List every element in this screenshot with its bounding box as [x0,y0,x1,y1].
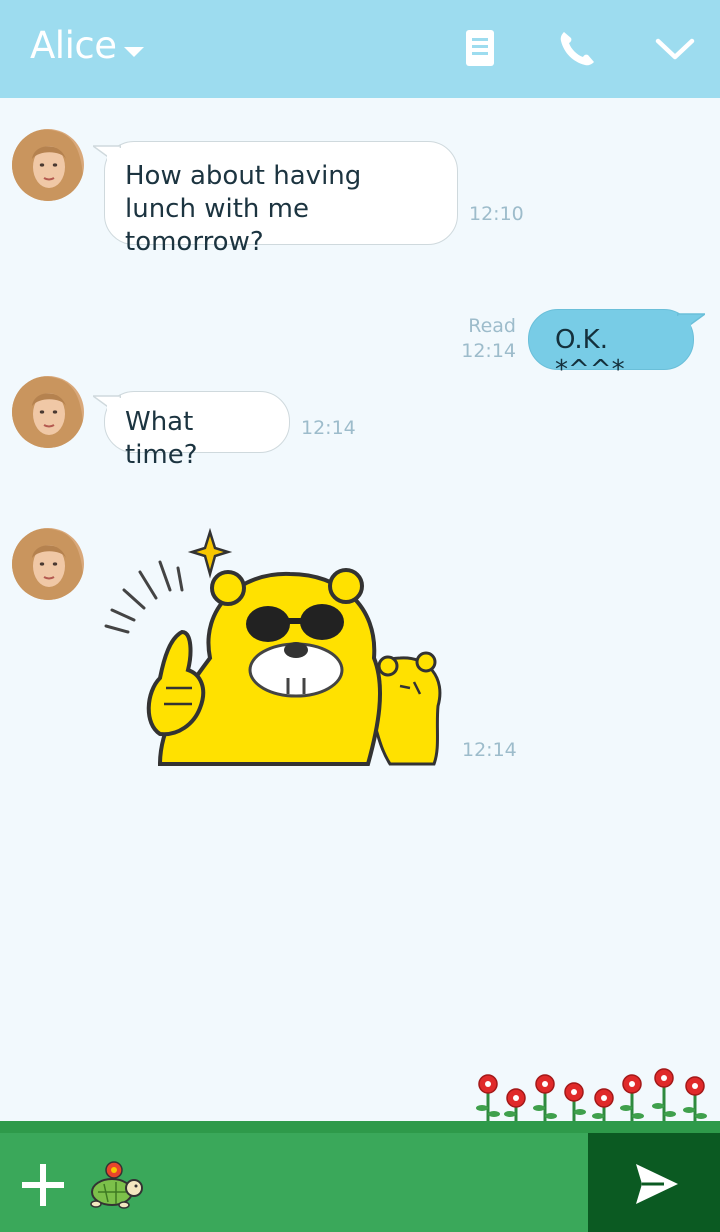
avatar[interactable] [12,376,84,448]
message-bubble-outgoing[interactable]: O.K. *^^* [528,309,705,385]
message-text: How about having lunch with me tomorrow? [125,161,362,257]
flowers-decoration-icon [476,1068,707,1124]
phone-icon[interactable] [554,26,600,72]
message-time: 12:14 [301,417,356,439]
message-bubble-incoming[interactable]: What time? [93,391,290,470]
bubble-tail [93,145,121,164]
bubble-tail [93,395,121,414]
avatar[interactable] [12,528,84,600]
turtle-sticker-icon[interactable] [86,1158,146,1210]
plus-icon[interactable] [20,1162,66,1208]
caret-down-icon[interactable] [124,47,144,57]
read-status: Read [468,315,516,337]
message-time: 12:14 [461,340,516,362]
sticker-bear-icon[interactable] [100,528,450,778]
send-icon[interactable] [632,1160,682,1208]
avatar[interactable] [12,129,84,201]
notes-icon[interactable] [458,26,504,72]
bubble-tail [677,313,705,332]
message-bubble-incoming[interactable]: How about having lunch with me tomorrow? [93,141,458,257]
message-time: 12:10 [469,203,524,225]
chat-header: Alice [0,0,720,98]
message-text: O.K. *^^* [555,325,625,385]
chat-title[interactable]: Alice [30,24,117,67]
message-text: What time? [125,407,198,470]
chevron-down-icon[interactable] [652,26,698,72]
message-time: 12:14 [462,739,517,761]
